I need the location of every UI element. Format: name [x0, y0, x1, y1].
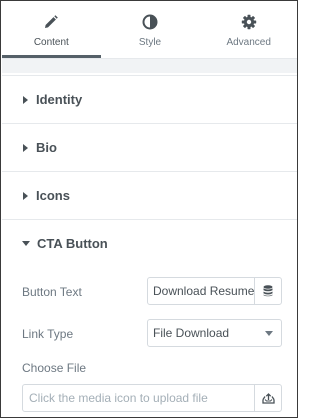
upload-button[interactable]: [254, 385, 281, 411]
section-cta-button-title: CTA Button: [37, 236, 108, 251]
tab-advanced[interactable]: Advanced: [199, 2, 297, 58]
caret-right-icon: [23, 95, 28, 104]
choose-file-placeholder[interactable]: Click the media icon to upload file: [23, 385, 254, 411]
upload-icon: [261, 392, 275, 404]
tab-content[interactable]: Content: [2, 2, 101, 58]
tab-style-label: Style: [138, 37, 162, 48]
dynamic-tags-button[interactable]: [254, 278, 281, 304]
caret-right-icon: [23, 191, 28, 200]
gear-icon: [241, 14, 256, 30]
half-circle-icon: [142, 14, 158, 30]
pencil-icon: [45, 15, 59, 28]
editor-panel: Content Style Advanced Identity Bio Icon…: [0, 0, 298, 418]
link-type-value: File Download: [153, 326, 230, 340]
caret-right-icon: [23, 143, 28, 152]
section-identity-title: Identity: [36, 92, 83, 107]
chevron-down-icon: [265, 330, 273, 336]
link-type-select[interactable]: File Download: [147, 319, 282, 347]
section-icons-title: Icons: [36, 188, 70, 203]
choose-file-field[interactable]: Click the media icon to upload file: [22, 384, 282, 412]
panel-gap: [2, 59, 297, 73]
button-text-label: Button Text: [22, 285, 82, 299]
button-text-field[interactable]: Download Resume: [147, 277, 282, 305]
tab-advanced-label: Advanced: [226, 37, 271, 48]
choose-file-label: Choose File: [22, 361, 87, 375]
link-type-label: Link Type: [22, 327, 74, 341]
tab-content-label: Content: [33, 37, 69, 48]
tab-style[interactable]: Style: [101, 2, 200, 58]
database-icon: [263, 285, 273, 297]
section-identity[interactable]: Identity: [2, 75, 297, 123]
panel-tabs: Content Style Advanced: [2, 2, 297, 58]
caret-down-icon: [22, 241, 30, 246]
section-cta-button[interactable]: CTA Button: [2, 219, 297, 267]
button-text-input[interactable]: Download Resume: [148, 278, 254, 304]
section-icons[interactable]: Icons: [2, 171, 297, 219]
section-bio[interactable]: Bio: [2, 123, 297, 171]
section-bio-title: Bio: [36, 140, 57, 155]
